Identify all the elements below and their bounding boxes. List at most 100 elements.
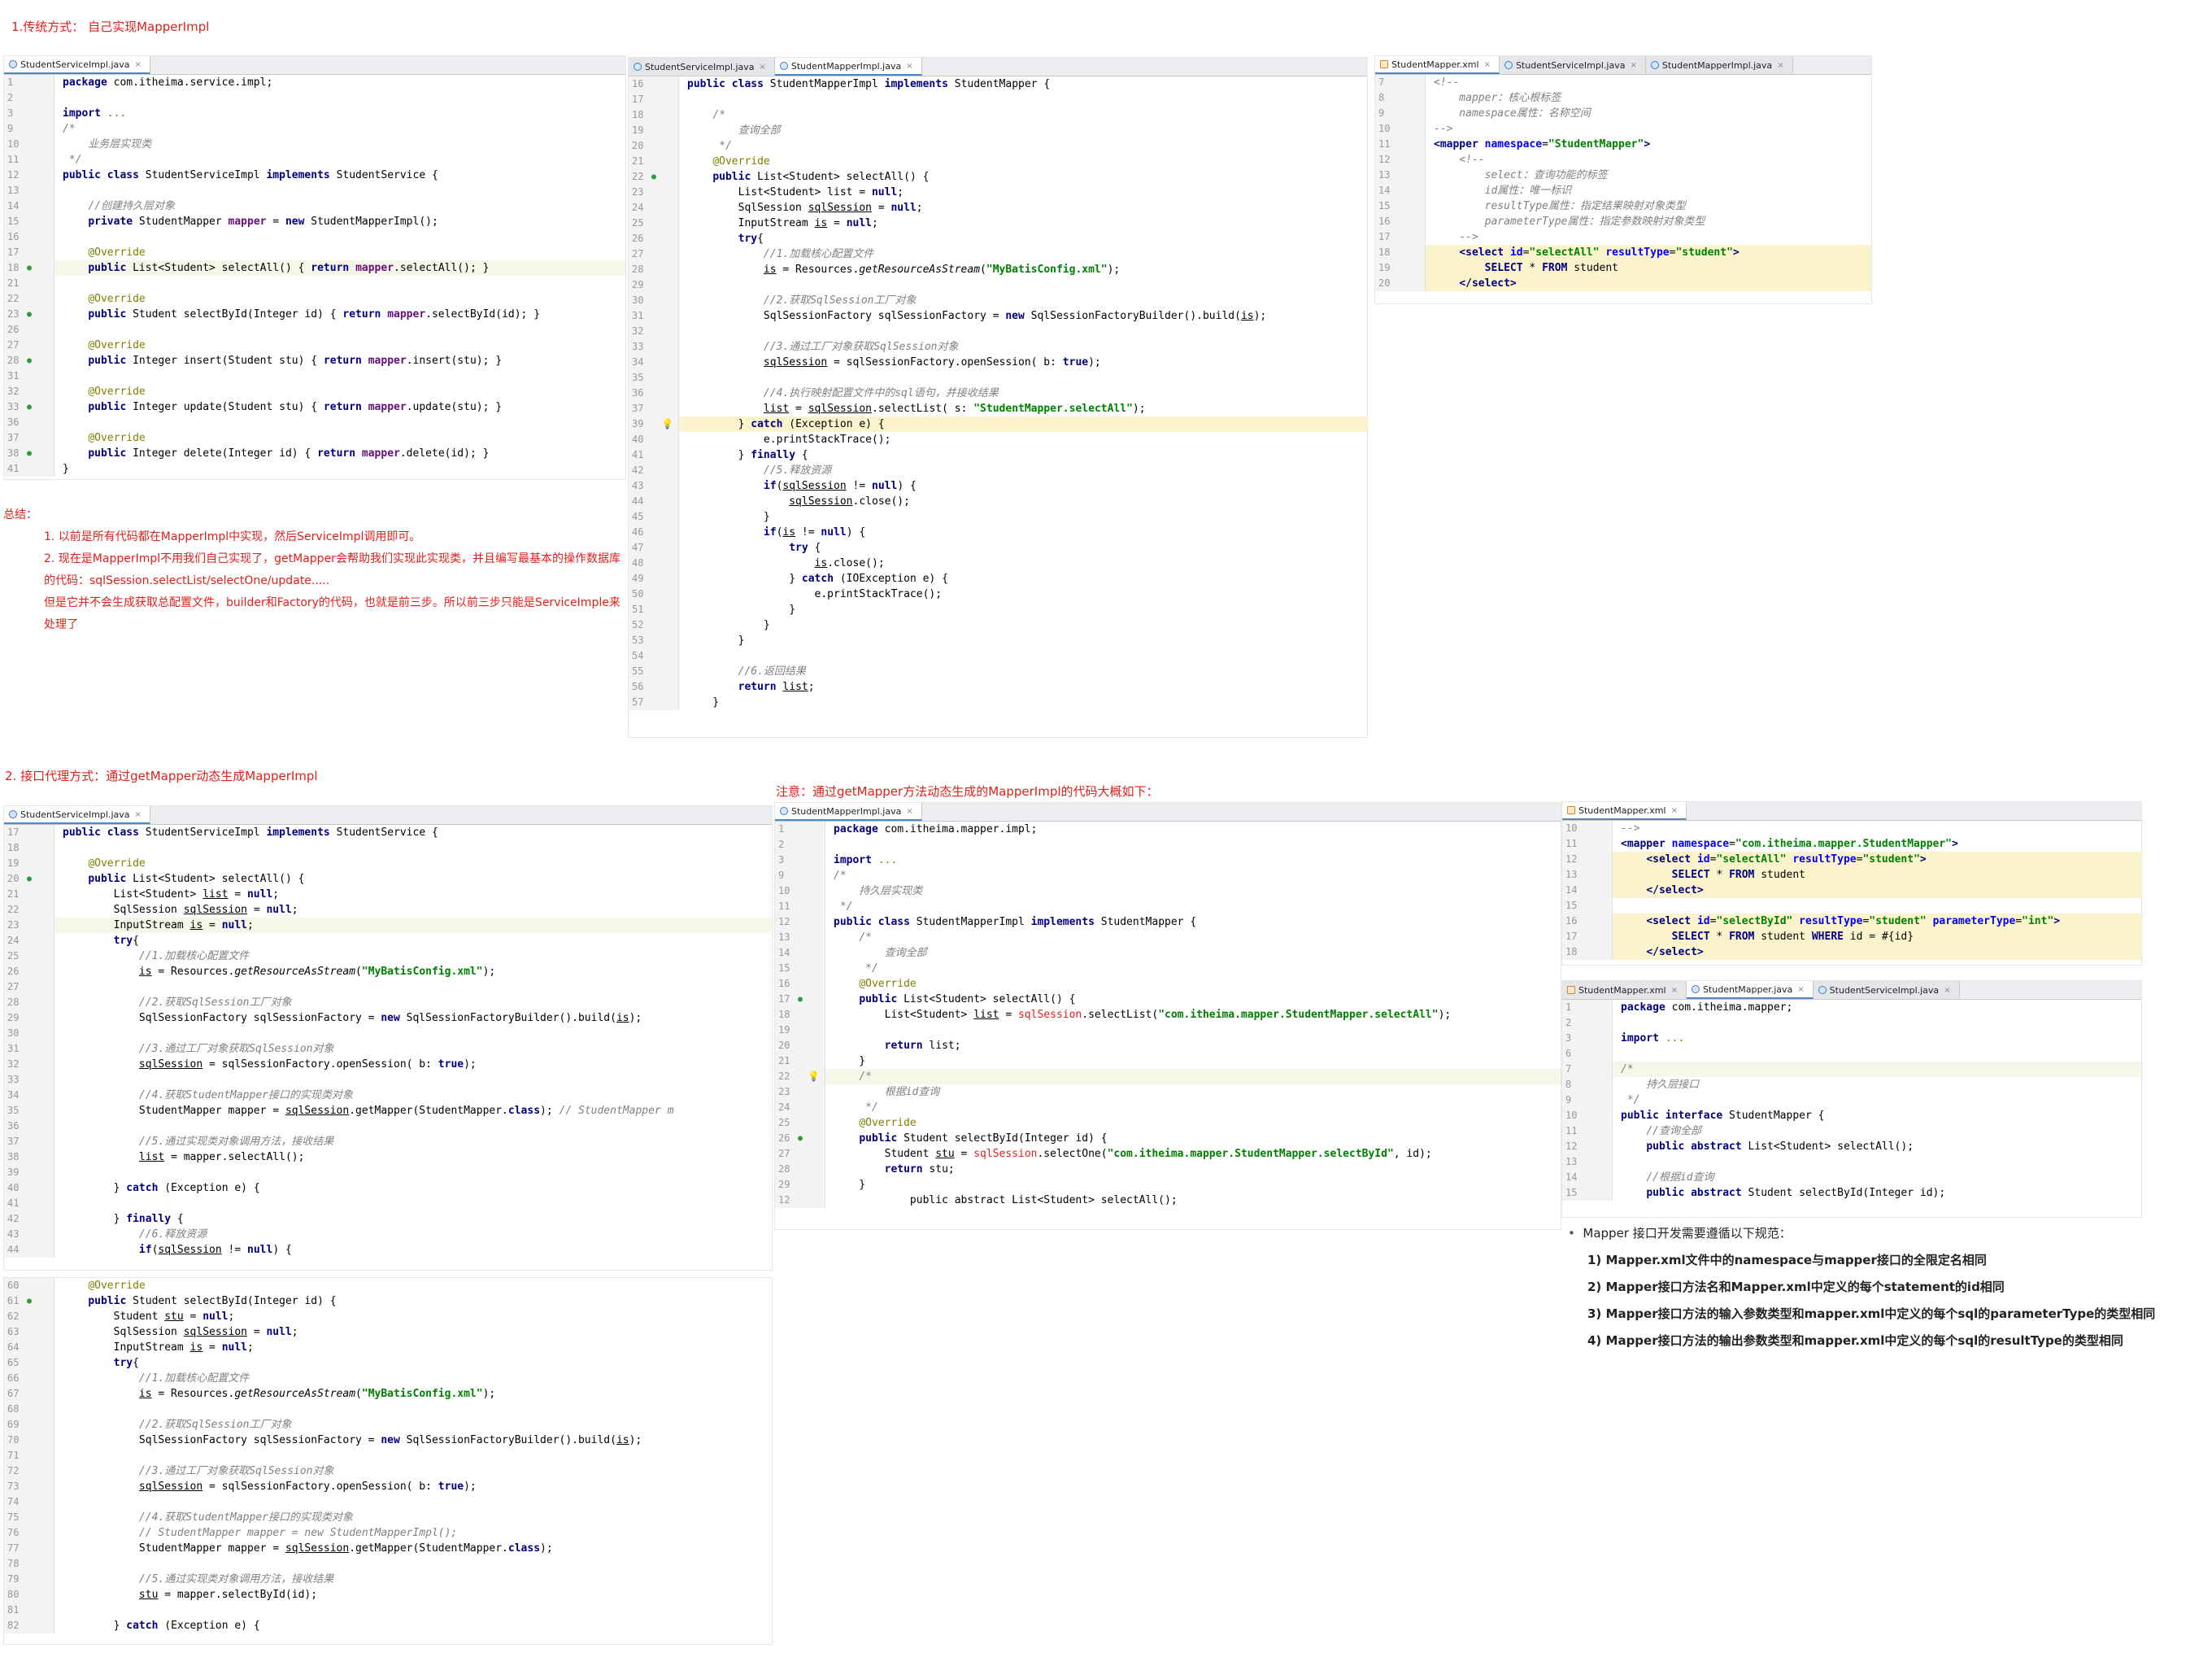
code-line: 21 } xyxy=(775,1053,1561,1069)
line-number: 25 xyxy=(4,949,54,964)
code-line: 28 //2.获取SqlSession工厂对象 xyxy=(4,995,772,1010)
code-line: 80 stu = mapper.selectById(id); xyxy=(4,1587,772,1603)
override-marker-icon[interactable]: ● xyxy=(27,1293,32,1309)
override-marker-icon[interactable]: ● xyxy=(27,399,32,415)
editor-tab[interactable]: StudentServiceImpl.java × xyxy=(1499,56,1646,74)
code-line: 43 if(sqlSession != null) { xyxy=(629,478,1367,494)
code-line: 44 if(sqlSession != null) { xyxy=(4,1242,772,1258)
line-number: 7 xyxy=(1562,1062,1613,1077)
code-area[interactable]: 1 package com.itheima.mapper.impl; 2 3 impor… xyxy=(775,822,1561,1208)
line-number: 13 xyxy=(1562,1154,1613,1170)
code-line: 18 <select id="selectAll" resultType="st… xyxy=(1375,245,1871,260)
code-area[interactable]: 16 public class StudentMapperImpl impleme… xyxy=(629,76,1367,710)
code-line: 36 xyxy=(4,1119,772,1134)
override-marker-icon[interactable]: ● xyxy=(27,260,32,276)
line-number: 69 xyxy=(4,1417,54,1433)
close-tab-icon[interactable]: × xyxy=(906,62,912,71)
close-tab-icon[interactable]: × xyxy=(1944,986,1950,995)
code-line: 21 @Override xyxy=(629,154,1367,169)
line-number: 10 xyxy=(775,883,825,899)
code-line: 11 <mapper namespace="StudentMapper"> xyxy=(1375,137,1871,152)
code-area[interactable]: 10 --> 11 <mapper namespace="com.itheima.ma… xyxy=(1562,821,2141,960)
close-tab-icon[interactable]: × xyxy=(135,60,142,69)
line-number: 21 xyxy=(4,887,54,902)
code-text: /* xyxy=(63,123,76,135)
code-area[interactable]: 17 public class StudentServiceImpl implem… xyxy=(4,825,772,1258)
close-tab-icon[interactable]: × xyxy=(1484,60,1491,69)
override-marker-icon[interactable]: ● xyxy=(651,169,656,185)
code-area[interactable]: 7 <!-- 8 mapper：核心根标签 9 namespace属性：名称空间 10-… xyxy=(1375,75,1871,291)
code-text: 持久层接口 xyxy=(1621,1079,1700,1091)
code-area[interactable]: 1 package com.itheima.mapper; 2 3 import ...… xyxy=(1562,1000,2141,1201)
close-tab-icon[interactable]: × xyxy=(1630,61,1636,70)
editor-tab[interactable]: StudentServiceImpl.java × xyxy=(4,806,150,824)
code-text: <select id="selectAll" resultType="stude… xyxy=(1646,853,1927,866)
override-marker-icon[interactable]: ● xyxy=(27,446,32,461)
line-number: 14 xyxy=(1375,183,1426,198)
code-line: 43 //6.释放资源 xyxy=(4,1227,772,1242)
code-line: 68 xyxy=(4,1402,772,1417)
editor-tab[interactable]: StudentMapper.xml × xyxy=(1375,56,1500,74)
line-number: 26 xyxy=(4,964,54,979)
override-marker-icon[interactable]: ● xyxy=(27,353,32,369)
code-line: 57 } xyxy=(629,695,1367,710)
line-number: 10 xyxy=(1375,121,1426,137)
line-number: 11 xyxy=(4,152,54,168)
editor-tab[interactable]: StudentMapperImpl.java × xyxy=(774,58,922,76)
code-line: 33 //3.通过工厂对象获取SqlSession对象 xyxy=(629,339,1367,355)
code-line: 82 } catch (Exception e) { xyxy=(4,1618,772,1633)
close-tab-icon[interactable]: × xyxy=(1777,61,1783,70)
code-line: 9 namespace属性：名称空间 xyxy=(1375,106,1871,121)
close-tab-icon[interactable]: × xyxy=(760,63,766,72)
override-marker-icon[interactable]: ● xyxy=(27,871,32,887)
override-marker-icon[interactable]: ● xyxy=(798,992,803,1007)
close-tab-icon[interactable]: × xyxy=(1671,806,1678,815)
code-text: /* xyxy=(859,1071,872,1083)
code-line: 17 --> xyxy=(1375,229,1871,245)
override-marker-icon[interactable]: ● xyxy=(798,1131,803,1146)
code-text: public Integer delete(Integer id) { retu… xyxy=(88,447,490,460)
code-text: */ xyxy=(834,901,853,913)
intention-bulb-icon[interactable]: 💡 xyxy=(808,1069,820,1084)
code-area[interactable]: 60 @Override 61 ● public Student selectByI… xyxy=(4,1278,772,1633)
editor-tab[interactable]: StudentMapperImpl.java × xyxy=(775,803,922,821)
line-number: 10 xyxy=(1562,821,1613,836)
code-line: 69 //2.获取SqlSession工厂对象 xyxy=(4,1417,772,1433)
code-line: 12 public class StudentMapperImpl impleme… xyxy=(775,914,1561,930)
code-text: */ xyxy=(834,1101,878,1114)
editor-tab[interactable]: StudentMapper.java × xyxy=(1686,981,1814,999)
code-text: public Student selectById(Integer id) { xyxy=(859,1132,1108,1145)
code-line: 19 查询全部 xyxy=(629,123,1367,138)
code-line: 40 } catch (Exception e) { xyxy=(4,1180,772,1196)
intention-bulb-icon[interactable]: 💡 xyxy=(661,416,673,432)
editor-tab[interactable]: StudentMapper.xml × xyxy=(1562,981,1687,999)
heading-traditional: 1.传统方式： 自己实现MapperImpl xyxy=(11,20,210,34)
line-number: 23 xyxy=(629,185,679,200)
code-text: } catch (Exception e) { xyxy=(63,1620,260,1632)
code-text: //1.加载核心配置文件 xyxy=(763,248,874,260)
close-tab-icon[interactable]: × xyxy=(135,810,142,819)
editor-tab[interactable]: StudentMapper.xml × xyxy=(1562,802,1687,820)
code-text: return stu; xyxy=(884,1163,955,1175)
code-area[interactable]: 1 package com.itheima.service.impl; 2 3 impo… xyxy=(4,75,625,477)
line-number: 21 xyxy=(775,1053,825,1069)
override-marker-icon[interactable]: ● xyxy=(27,307,32,322)
code-line: 7 <!-- xyxy=(1375,75,1871,90)
editor-tab[interactable]: StudentServiceImpl.java × xyxy=(629,58,775,76)
code-text: sqlSession = sqlSessionFactory.openSessi… xyxy=(763,356,1101,369)
editor-tab[interactable]: StudentServiceImpl.java × xyxy=(1813,981,1960,999)
close-tab-icon[interactable]: × xyxy=(1797,985,1804,994)
line-number: 10 xyxy=(4,137,54,152)
close-tab-icon[interactable]: × xyxy=(906,807,912,816)
line-number: 33 xyxy=(4,1072,54,1088)
code-line: 14 </select> xyxy=(1562,883,2141,898)
code-text: SELECT * FROM student WHERE id = #{id} xyxy=(1671,931,1914,943)
editor-tab[interactable]: StudentServiceImpl.java × xyxy=(4,56,150,74)
editor-tab[interactable]: StudentMapperImpl.java × xyxy=(1645,56,1793,74)
line-number: 10 xyxy=(1562,1108,1613,1123)
line-number: 16 xyxy=(4,229,54,245)
close-tab-icon[interactable]: × xyxy=(1671,986,1678,995)
code-text: //4.获取StudentMapper接口的实现类对象 xyxy=(138,1089,353,1101)
line-number: 21 xyxy=(4,276,54,291)
